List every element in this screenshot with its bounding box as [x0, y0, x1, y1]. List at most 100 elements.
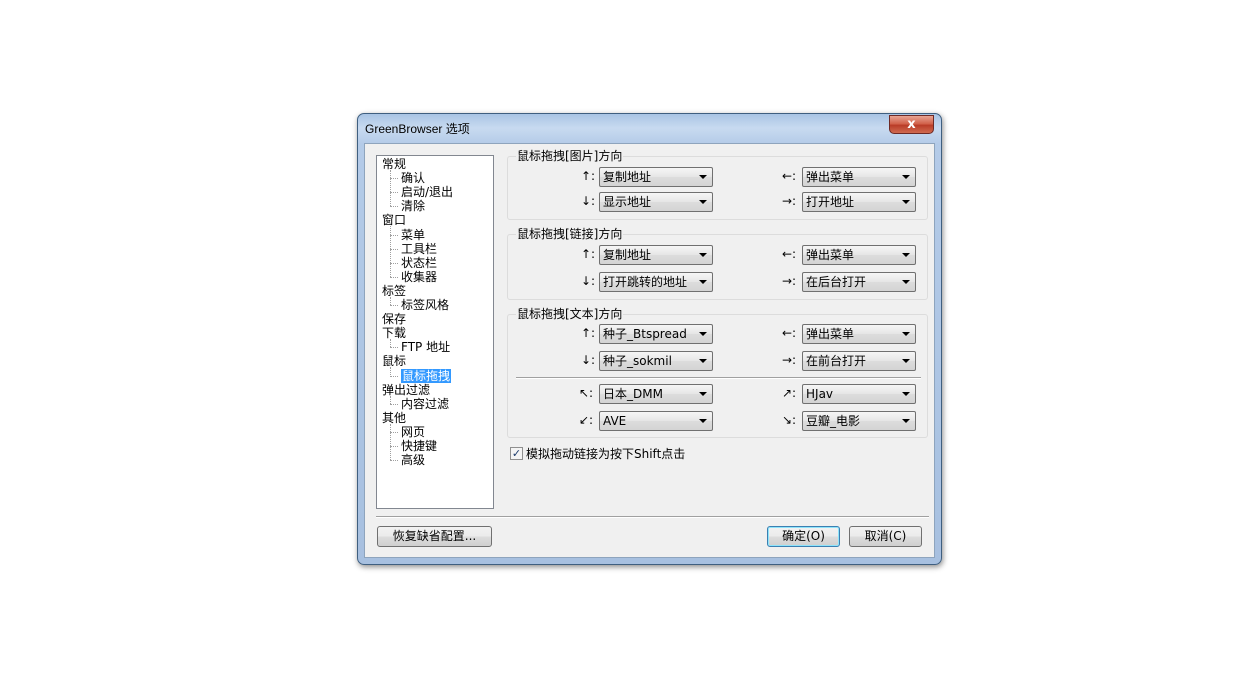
upleft-arrow-label: ↖:: [579, 386, 594, 400]
tree-category[interactable]: 下载: [382, 326, 406, 340]
tree-item-label: 网页: [401, 424, 426, 439]
cancel-button[interactable]: 取消(C): [849, 526, 922, 547]
tree-category[interactable]: 鼠标: [382, 354, 406, 368]
tree-connector-line: [390, 170, 391, 207]
combo-value: 弹出菜单: [806, 170, 855, 184]
tree-item[interactable]: 收集器: [401, 270, 437, 284]
tree-item[interactable]: 工具栏: [401, 242, 437, 256]
tree-connector-line: [390, 423, 391, 461]
link-up-combo[interactable]: 复制地址: [599, 245, 713, 265]
tree-item[interactable]: FTP 地址: [401, 340, 450, 354]
tree-item[interactable]: 标签风格: [401, 298, 449, 312]
tree-item-label: 鼠标: [382, 354, 407, 369]
tree-category[interactable]: 保存: [382, 312, 406, 326]
text-down-combo[interactable]: 种子_sokmil: [599, 351, 713, 371]
combo-value: 日本_DMM: [603, 387, 663, 401]
combo-value: 在前台打开: [806, 354, 867, 368]
tree-item-label: 快捷键: [401, 439, 438, 453]
tree-connector-line: [390, 192, 398, 194]
tree-connector-line: [390, 395, 391, 404]
tree-category[interactable]: 弹出过滤: [382, 383, 430, 397]
link-group-title: 鼠标拖拽[链接]方向: [516, 227, 624, 241]
downright-arrow-label: ↘:: [782, 413, 797, 427]
text-left-combo[interactable]: 弹出菜单: [802, 324, 916, 344]
link-left-combo[interactable]: 弹出菜单: [802, 245, 916, 265]
combo-value: 弹出菜单: [806, 327, 855, 341]
tree-item-label: 工具栏: [401, 241, 438, 256]
down-arrow-label: ↓:: [581, 353, 596, 367]
down-arrow-label: ↓:: [581, 194, 596, 208]
combo-value: 复制地址: [603, 248, 652, 262]
check-icon: ✓: [511, 447, 522, 460]
simulate-shift-label[interactable]: 模拟拖动链接为按下Shift点击: [526, 446, 685, 462]
restore-defaults-button[interactable]: 恢复缺省配置...: [377, 526, 492, 547]
tree-item-label: 保存: [382, 312, 407, 327]
link-right-combo[interactable]: 在后台打开: [802, 272, 916, 292]
text-downleft-combo[interactable]: AVE: [599, 411, 713, 431]
left-arrow-label: ←:: [782, 247, 797, 261]
tree-connector-line: [390, 276, 398, 278]
image-left-combo[interactable]: 弹出菜单: [802, 167, 916, 187]
tree-item-label: 常规: [382, 157, 407, 171]
link-down-combo[interactable]: 打开跳转的地址: [599, 272, 713, 292]
tree-item-label: 其他: [382, 410, 407, 425]
tree-category[interactable]: 其他: [382, 411, 406, 425]
options-tree[interactable]: 常规 确认 启动/退出 清除 窗口 菜单 工具栏 状态栏 收集器 标签 标签风格 保存 下载 FTP 地址…: [376, 155, 494, 509]
close-button[interactable]: x: [889, 115, 934, 134]
text-upright-combo[interactable]: HJav: [802, 384, 916, 404]
window-title: GreenBrowser 选项: [365, 122, 470, 136]
combo-value: 复制地址: [603, 170, 652, 184]
tree-category[interactable]: 窗口: [382, 213, 406, 227]
tree-item[interactable]: 鼠标拖拽: [401, 368, 452, 383]
text-group-title: 鼠标拖拽[文本]方向: [516, 307, 624, 321]
tree-item[interactable]: 快捷键: [401, 439, 437, 453]
down-arrow-label: ↓:: [581, 274, 596, 288]
text-up-combo[interactable]: 种子_Btspread: [599, 324, 713, 344]
text-downright-combo[interactable]: 豆瓣_电影: [802, 411, 916, 431]
dropdown-arrow-icon: [902, 392, 910, 396]
simulate-shift-checkbox[interactable]: ✓: [510, 447, 523, 460]
tree-item[interactable]: 网页: [401, 425, 425, 439]
image-right-combo[interactable]: 打开地址: [802, 192, 916, 212]
dropdown-arrow-icon: [902, 253, 910, 257]
combo-value: 豆瓣_电影: [806, 414, 861, 428]
text-upleft-combo[interactable]: 日本_DMM: [599, 384, 713, 404]
combo-value: HJav: [806, 387, 834, 401]
tree-item[interactable]: 清除: [401, 199, 425, 213]
dropdown-arrow-icon: [902, 419, 910, 423]
tree-connector-line: [390, 262, 398, 264]
tree-connector-line: [390, 206, 398, 208]
tree-category[interactable]: 标签: [382, 284, 406, 298]
image-up-combo[interactable]: 复制地址: [599, 167, 713, 187]
tree-item[interactable]: 菜单: [401, 228, 425, 242]
tree-item[interactable]: 内容过滤: [401, 397, 449, 411]
right-arrow-label: →:: [782, 194, 797, 208]
combo-value: 打开跳转的地址: [603, 275, 688, 289]
tree-item[interactable]: 确认: [401, 171, 425, 185]
tree-item-label: 内容过滤: [401, 396, 450, 411]
tree-connector-line: [390, 339, 391, 348]
tree-item[interactable]: 高级: [401, 453, 425, 467]
text-right-combo[interactable]: 在前台打开: [802, 351, 916, 371]
tree-category[interactable]: 常规: [382, 157, 406, 171]
ok-button[interactable]: 确定(O): [767, 526, 840, 547]
close-icon: x: [907, 117, 916, 132]
combo-value: 在后台打开: [806, 275, 867, 289]
image-down-combo[interactable]: 显示地址: [599, 192, 713, 212]
tree-item[interactable]: 状态栏: [401, 256, 437, 270]
tree-connector-line: [390, 296, 391, 305]
tree-item[interactable]: 启动/退出: [401, 185, 453, 199]
upright-arrow-label: ↗:: [782, 386, 797, 400]
up-arrow-label: ↑:: [581, 247, 596, 261]
dropdown-arrow-icon: [699, 175, 707, 179]
tree-item-label: 鼠标拖拽: [401, 368, 452, 383]
tree-item-label: 确认: [401, 171, 426, 186]
tree-connector-line: [390, 367, 391, 376]
footer-separator: [376, 516, 929, 518]
left-arrow-label: ←:: [782, 326, 797, 340]
tree-connector-line: [390, 234, 398, 236]
tree-item-label: 标签: [382, 283, 407, 298]
tree-connector-line: [390, 460, 398, 462]
combo-value: 种子_Btspread: [603, 327, 687, 341]
tree-connector-line: [390, 431, 398, 433]
